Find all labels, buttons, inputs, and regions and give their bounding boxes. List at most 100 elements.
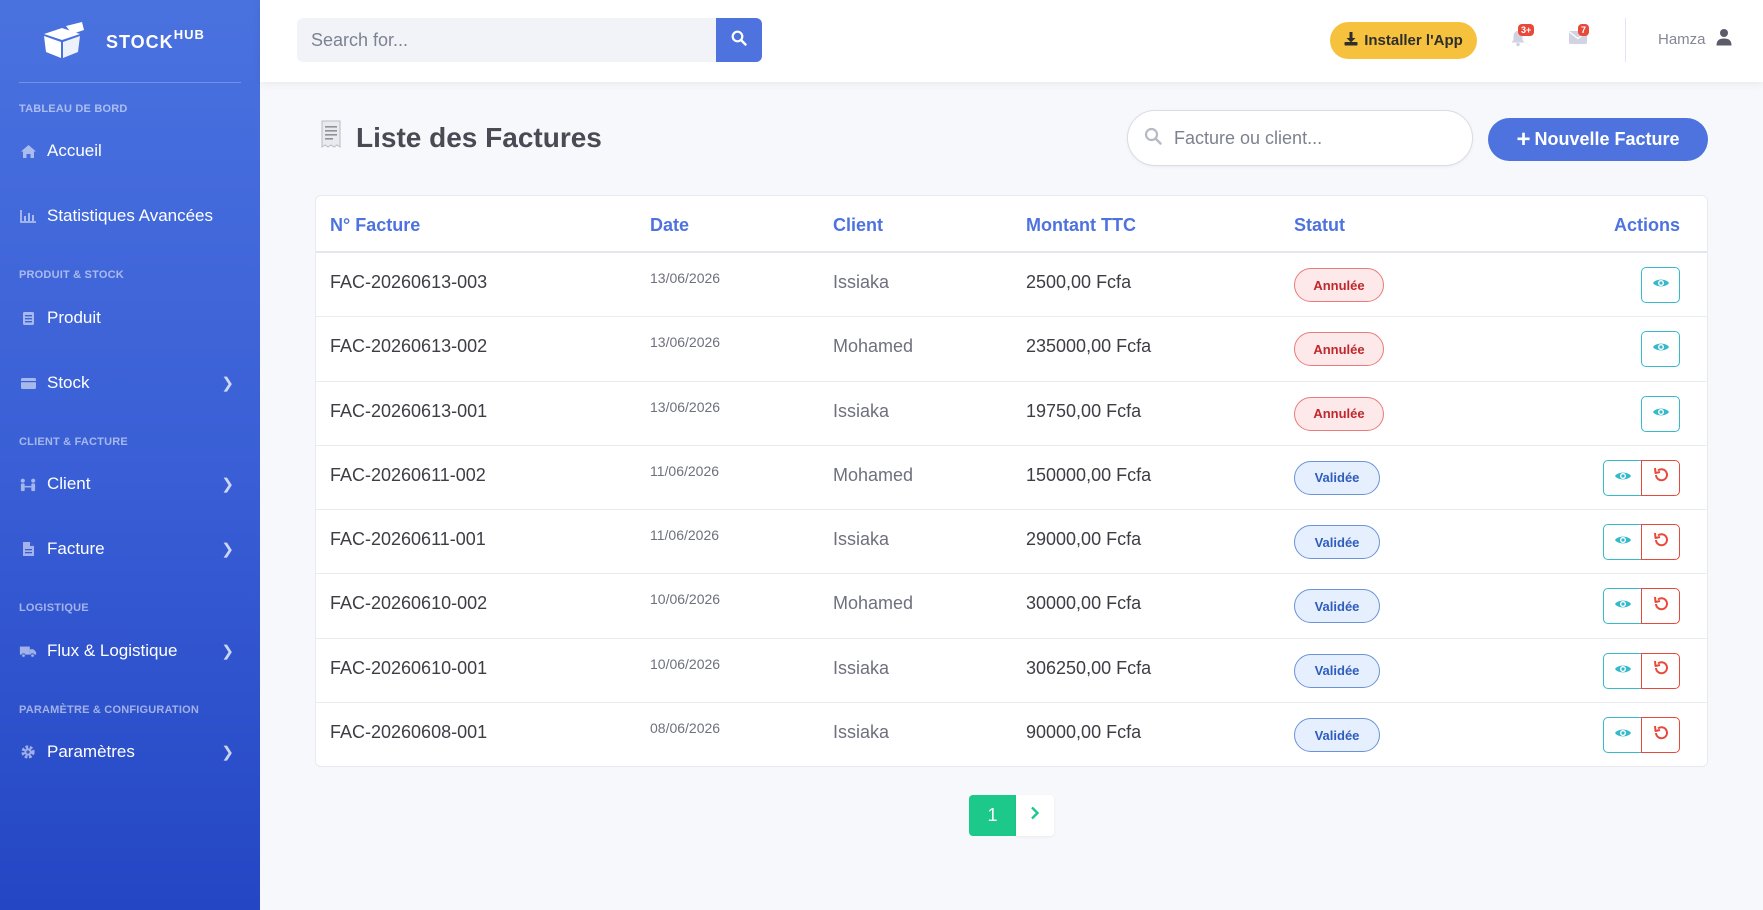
topbar-divider — [1625, 18, 1626, 62]
user-menu[interactable]: Hamza — [1658, 28, 1732, 50]
invoice-client: Mohamed — [833, 336, 914, 357]
download-icon — [1344, 31, 1358, 50]
search-input[interactable] — [297, 18, 716, 62]
eye-icon — [1614, 662, 1632, 680]
view-button[interactable] — [1603, 717, 1642, 754]
invoice-filter — [1127, 110, 1473, 166]
messages-button[interactable]: 7 — [1566, 24, 1590, 52]
sidebar-item-stock[interactable]: Stock ❯ — [0, 363, 260, 403]
sidebar-item-accueil[interactable]: Accueil — [0, 131, 260, 171]
sidebar-heading-parametres: PARAMÈTRE & CONFIGURATION — [19, 704, 199, 716]
view-button[interactable] — [1641, 267, 1680, 303]
table-header: N° Facture Date Client Montant TTC Statu… — [316, 196, 1707, 253]
cancel-invoice-button[interactable] — [1641, 588, 1680, 625]
cancel-invoice-button[interactable] — [1641, 652, 1680, 689]
view-button[interactable] — [1603, 652, 1642, 689]
table-row: FAC-20260613-001 13/06/2026 Issiaka 19750,0… — [316, 382, 1707, 446]
column-header-number[interactable]: N° Facture — [330, 215, 420, 236]
invoice-number: FAC-20260611-002 — [330, 464, 486, 485]
brand[interactable]: STOCKHUB — [0, 0, 260, 82]
cancel-invoice-button[interactable] — [1641, 717, 1680, 754]
invoice-client: Issiaka — [833, 272, 890, 292]
sidebar-item-label: Client — [47, 474, 91, 493]
column-header-date[interactable]: Date — [650, 215, 689, 236]
invoice-date: 10/06/2026 — [650, 655, 721, 672]
table-row: FAC-20260613-003 13/06/2026 Issiaka 2500,00… — [316, 253, 1707, 318]
invoice-amount: 29000,00 Fcfa — [1026, 529, 1142, 550]
invoice-amount: 30000,00 Fcfa — [1026, 593, 1142, 614]
eye-icon — [1614, 726, 1632, 744]
cancel-invoice-button[interactable] — [1641, 524, 1680, 561]
invoice-number: FAC-20260613-003 — [330, 272, 488, 292]
status-badge: Validée — [1294, 589, 1380, 624]
column-header-status[interactable]: Statut — [1294, 215, 1345, 236]
page-title: Liste des Factures — [320, 120, 602, 155]
view-button[interactable] — [1603, 459, 1642, 496]
invoice-number: FAC-20260608-001 — [330, 722, 488, 743]
table-row: FAC-20260608-001 08/06/2026 Issiaka 90000,0… — [316, 703, 1707, 766]
undo-icon — [1652, 466, 1670, 489]
sidebar-item-produit[interactable]: Produit — [0, 298, 260, 338]
invoice-client: Issiaka — [833, 400, 890, 421]
install-app-label: Installer l'App — [1364, 32, 1463, 49]
alerts-count-badge: 3+ — [1518, 24, 1535, 36]
eye-icon — [1652, 276, 1670, 294]
invoice-date: 13/06/2026 — [650, 334, 721, 351]
sidebar-item-label: Paramètres — [47, 742, 135, 761]
invoice-filter-input[interactable] — [1174, 127, 1454, 149]
sidebar-item-client[interactable]: Client ❯ — [0, 464, 260, 504]
status-badge: Annulée — [1294, 268, 1384, 302]
list-icon — [19, 310, 37, 326]
status-badge: Validée — [1294, 460, 1380, 495]
receipt-icon — [320, 120, 342, 155]
invoice-amount: 235000,00 Fcfa — [1026, 336, 1152, 357]
eye-icon — [1614, 469, 1632, 487]
sidebar-item-label: Statistiques Avancées — [47, 206, 214, 225]
home-icon — [19, 143, 37, 159]
sidebar-item-statistiques[interactable]: Statistiques Avancées — [0, 196, 260, 236]
sidebar-item-parametres[interactable]: Paramètres ❯ — [0, 732, 260, 772]
alerts-button[interactable]: 3+ — [1506, 24, 1535, 52]
new-invoice-button[interactable]: + Nouvelle Facture — [1488, 118, 1708, 161]
eye-icon — [1614, 597, 1632, 615]
sidebar-item-facture[interactable]: Facture ❯ — [0, 529, 260, 569]
undo-icon — [1652, 724, 1670, 747]
table-row: FAC-20260611-001 11/06/2026 Issiaka 29000,0… — [316, 510, 1707, 575]
sidebar: STOCKHUB TABLEAU DE BORD Accueil Statist… — [0, 0, 260, 910]
file-icon — [19, 541, 37, 557]
page-title-text: Liste des Factures — [356, 121, 602, 153]
search-icon — [731, 30, 747, 51]
invoice-number: FAC-20260613-002 — [330, 336, 488, 357]
view-button[interactable] — [1641, 331, 1680, 368]
invoice-amount: 306250,00 Fcfa — [1026, 657, 1152, 678]
cancel-invoice-button[interactable] — [1641, 459, 1680, 496]
chevron-right-icon: ❯ — [221, 541, 234, 558]
search-button[interactable] — [716, 18, 762, 62]
install-app-button[interactable]: Installer l'App — [1330, 22, 1477, 59]
column-header-amount[interactable]: Montant TTC — [1026, 215, 1136, 236]
table-row: FAC-20260610-001 10/06/2026 Issiaka 306250,… — [316, 639, 1707, 704]
invoice-client: Issiaka — [833, 529, 890, 550]
new-invoice-label: Nouvelle Facture — [1534, 129, 1680, 149]
topbar: Installer l'App 3+ 7 Hamza — [260, 0, 1763, 82]
view-button[interactable] — [1603, 524, 1642, 561]
invoice-client: Issiaka — [833, 722, 890, 743]
column-header-client[interactable]: Client — [833, 215, 883, 236]
undo-icon — [1652, 531, 1670, 554]
invoice-amount: 150000,00 Fcfa — [1026, 464, 1152, 485]
sidebar-heading-logistique: LOGISTIQUE — [19, 602, 89, 614]
truck-icon — [19, 643, 37, 659]
status-badge: Annulée — [1294, 396, 1384, 431]
page-current[interactable]: 1 — [969, 795, 1016, 836]
eye-icon — [1652, 340, 1670, 358]
invoice-client: Mohamed — [833, 593, 914, 614]
view-button[interactable] — [1641, 395, 1680, 432]
chevron-right-icon: ❯ — [221, 375, 234, 392]
sidebar-item-label: Stock — [47, 373, 90, 392]
view-button[interactable] — [1603, 588, 1642, 625]
page-next-button[interactable] — [1016, 795, 1054, 836]
brand-name: STOCKHUB — [106, 27, 205, 52]
sidebar-heading-produit-stock: PRODUIT & STOCK — [19, 269, 124, 281]
chevron-right-icon: ❯ — [221, 744, 234, 761]
sidebar-item-flux-logistique[interactable]: Flux & Logistique ❯ — [0, 631, 260, 671]
